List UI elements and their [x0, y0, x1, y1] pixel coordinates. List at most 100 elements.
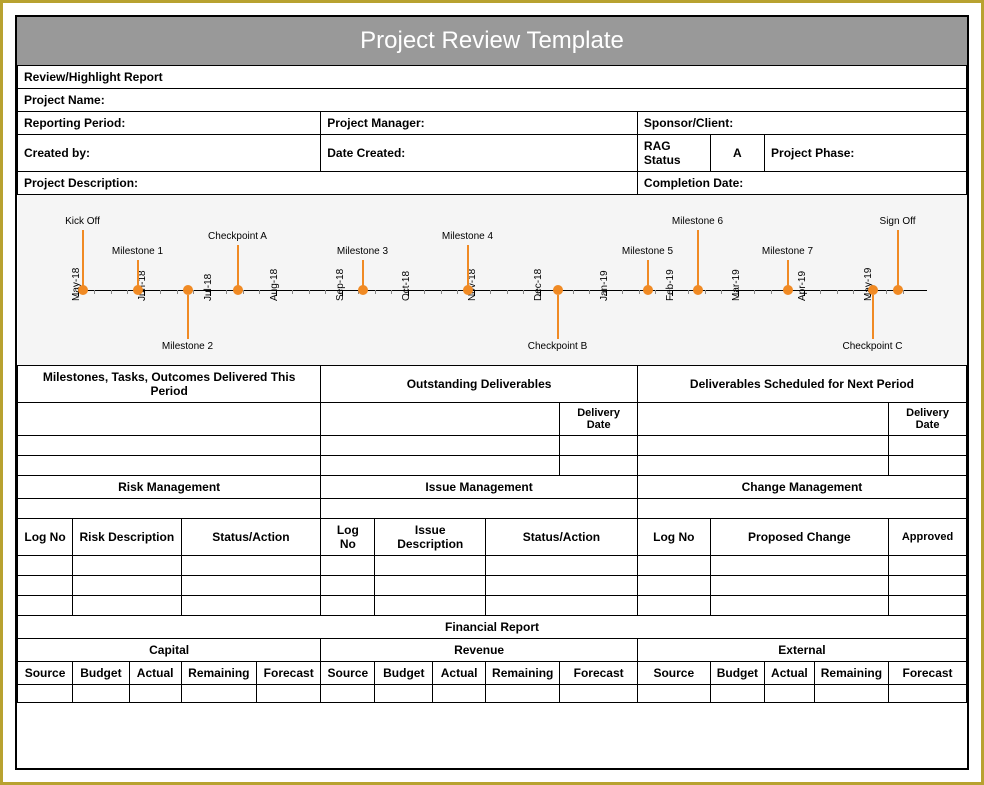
deliv-cell: [637, 456, 888, 476]
milestone-label: Milestone 2: [162, 341, 213, 352]
timeline-tick-label: Sep-18: [335, 269, 346, 301]
risk-mgmt-header: Risk Management: [18, 476, 321, 499]
log-no-header: Log No: [18, 519, 73, 556]
fin-remaining-header: Remaining: [486, 662, 560, 685]
mgmt-cell: [375, 556, 486, 576]
status-action-header: Status/Action: [486, 519, 638, 556]
deliv-cell: [637, 436, 888, 456]
milestone-label: Sign Off: [880, 216, 916, 227]
mgmt-cell: [321, 596, 375, 616]
deliv-cell: [321, 456, 560, 476]
milestone-label: Milestone 5: [622, 246, 673, 257]
fin-remaining-header: Remaining: [814, 662, 888, 685]
mgmt-cell: [73, 556, 182, 576]
project-description-label: Project Description:: [18, 172, 638, 195]
milestone-label: Milestone 7: [762, 246, 813, 257]
delivery-date-header: Delivery Date: [560, 403, 638, 436]
timeline-tick-label: Feb-19: [665, 269, 676, 301]
deliv-cell: [889, 456, 967, 476]
revenue-header: Revenue: [321, 639, 638, 662]
fin-cell: [18, 685, 73, 703]
deliv-col3-header: Deliverables Scheduled for Next Period: [637, 366, 966, 403]
mgmt-cell: [889, 596, 967, 616]
timeline-tick-label: Mar-19: [731, 269, 742, 301]
deliv-cell: [560, 456, 638, 476]
mgmt-cell: [710, 596, 888, 616]
mgmt-cell: [18, 576, 73, 596]
fin-cell: [129, 685, 181, 703]
deliv-cell: [560, 436, 638, 456]
fin-forecast-header: Forecast: [889, 662, 967, 685]
timeline-tick-label: Oct-18: [401, 271, 412, 301]
header-table: Review/Highlight Report Project Name: Re…: [17, 65, 967, 703]
milestone-label: Checkpoint A: [208, 231, 267, 242]
mgmt-cell: [181, 596, 321, 616]
milestone-label: Milestone 3: [337, 246, 388, 257]
fin-budget-header: Budget: [375, 662, 433, 685]
deliv-cell: [321, 403, 560, 436]
mgmt-cell: [18, 556, 73, 576]
timeline-tick-label: Jan-19: [599, 270, 610, 301]
mgmt-cell: [181, 576, 321, 596]
page-frame: Project Review Template Review/Highlight…: [3, 3, 981, 782]
spacer: [321, 499, 638, 519]
timeline-chart: May-18Jun-18Jul-18Aug-18Sep-18Oct-18Nov-…: [18, 195, 967, 366]
fin-cell: [814, 685, 888, 703]
timeline-tick-label: Apr-19: [797, 271, 808, 301]
milestone-marker-icon: [183, 285, 193, 295]
fin-remaining-header: Remaining: [181, 662, 257, 685]
rag-status-value: A: [710, 135, 764, 172]
mgmt-cell: [637, 556, 710, 576]
mgmt-cell: [637, 596, 710, 616]
mgmt-cell: [321, 576, 375, 596]
mgmt-cell: [18, 596, 73, 616]
mgmt-cell: [321, 556, 375, 576]
mgmt-cell: [889, 576, 967, 596]
sponsor-client-label: Sponsor/Client:: [637, 112, 966, 135]
mgmt-cell: [637, 576, 710, 596]
log-no-header: Log No: [637, 519, 710, 556]
mgmt-cell: [889, 556, 967, 576]
mgmt-cell: [73, 596, 182, 616]
timeline-tick-label: Aug-18: [269, 269, 280, 301]
mgmt-cell: [710, 576, 888, 596]
fin-budget-header: Budget: [73, 662, 130, 685]
fin-actual-header: Actual: [129, 662, 181, 685]
fin-actual-header: Actual: [765, 662, 815, 685]
proposed-change-header: Proposed Change: [710, 519, 888, 556]
fin-budget-header: Budget: [710, 662, 764, 685]
timeline-tick-label: Jul-18: [203, 274, 214, 301]
deliv-cell: [18, 456, 321, 476]
milestone-label: Checkpoint B: [528, 341, 587, 352]
fin-cell: [257, 685, 321, 703]
fin-cell: [73, 685, 130, 703]
report-title: Review/Highlight Report: [18, 66, 967, 89]
milestone-marker-icon: [868, 285, 878, 295]
mgmt-cell: [73, 576, 182, 596]
milestone-marker-icon: [553, 285, 563, 295]
timeline-tick-label: Dec-18: [533, 269, 544, 301]
change-mgmt-header: Change Management: [637, 476, 966, 499]
delivery-date-header: Delivery Date: [889, 403, 967, 436]
reporting-period-label: Reporting Period:: [18, 112, 321, 135]
issue-mgmt-header: Issue Management: [321, 476, 638, 499]
milestone-label: Milestone 6: [672, 216, 723, 227]
fin-cell: [765, 685, 815, 703]
mgmt-cell: [710, 556, 888, 576]
issue-desc-header: Issue Description: [375, 519, 486, 556]
fin-cell: [181, 685, 257, 703]
deliv-cell: [18, 403, 321, 436]
rag-status-label: RAG Status: [637, 135, 710, 172]
created-by-label: Created by:: [18, 135, 321, 172]
mgmt-cell: [375, 596, 486, 616]
milestone-label: Checkpoint C: [842, 341, 902, 352]
outer-frame: Project Review Template Review/Highlight…: [0, 0, 984, 785]
mgmt-cell: [486, 556, 638, 576]
capital-header: Capital: [18, 639, 321, 662]
fin-cell: [486, 685, 560, 703]
date-created-label: Date Created:: [321, 135, 638, 172]
timeline-tick-label: May-18: [71, 268, 82, 301]
deliv-cell: [889, 436, 967, 456]
milestone-label: Milestone 4: [442, 231, 493, 242]
mgmt-cell: [181, 556, 321, 576]
